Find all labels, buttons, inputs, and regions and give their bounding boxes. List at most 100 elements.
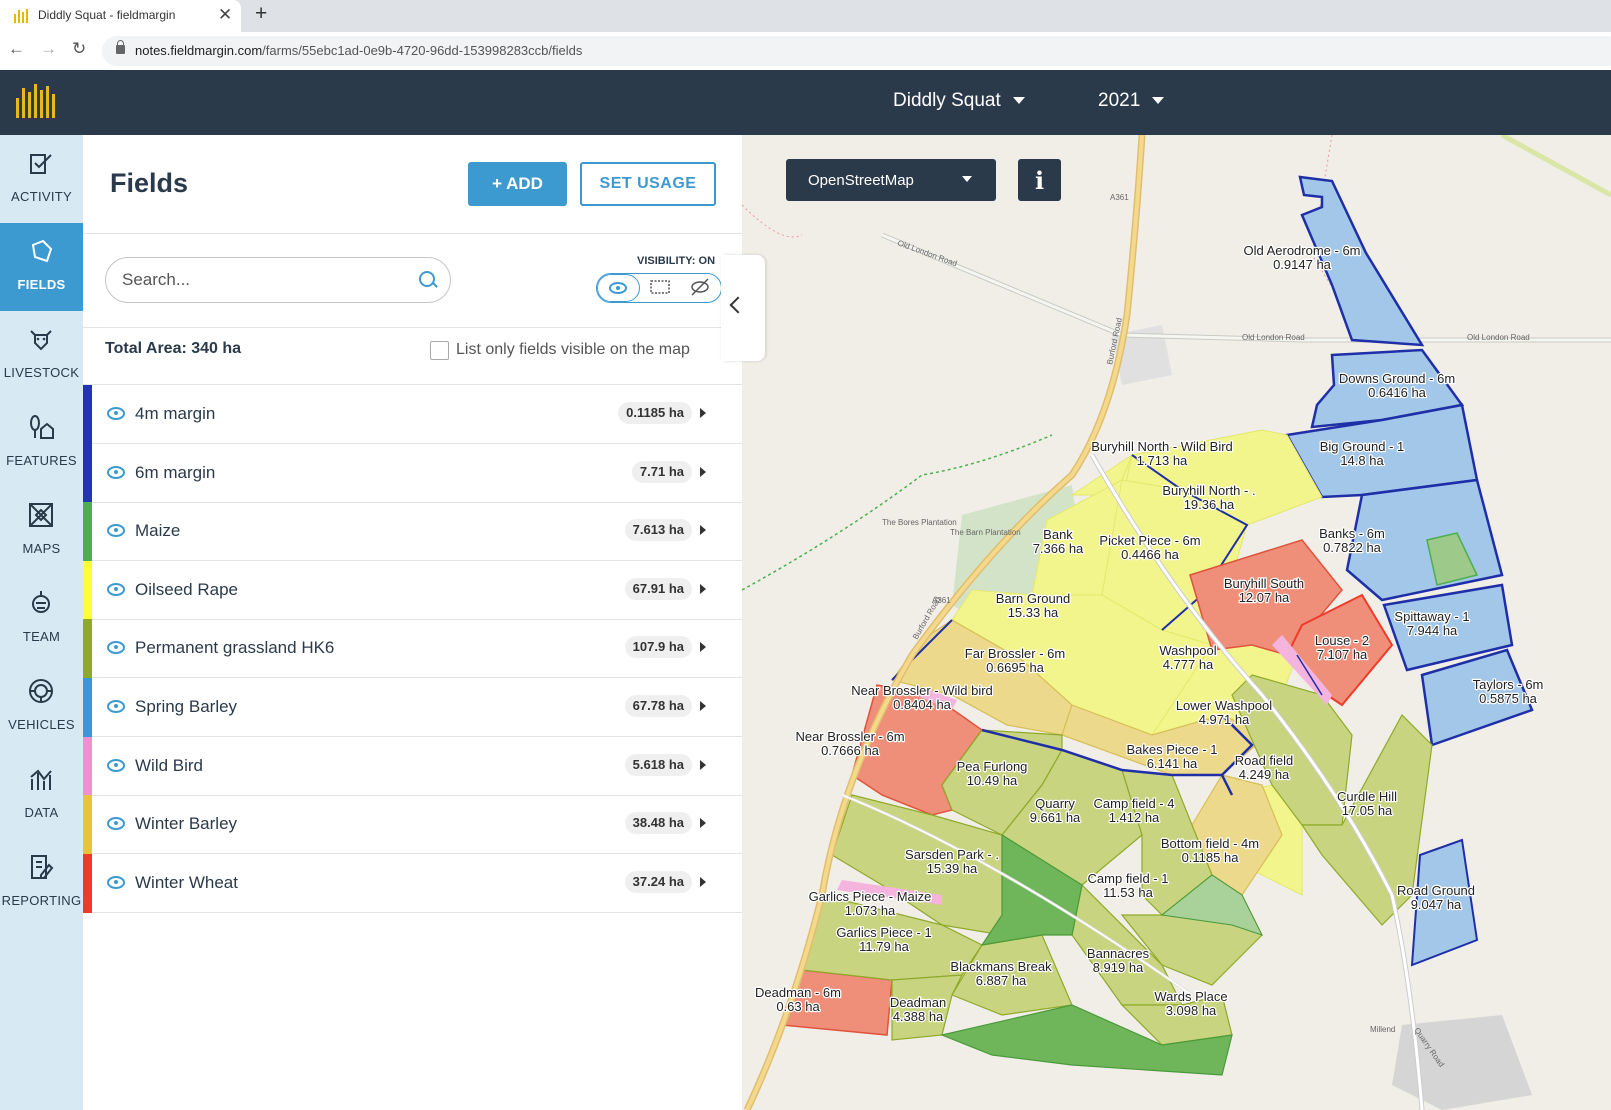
eye-icon[interactable] [107,582,125,596]
field-label-name: Bakes Piece - 1 [1126,742,1217,757]
close-tab-icon[interactable]: ✕ [218,5,232,25]
field-list-row[interactable]: Spring Barley 67.78 ha [83,678,742,737]
field-label-name: Curdle Hill [1337,789,1397,804]
search-input[interactable] [120,268,404,292]
eye-icon[interactable] [107,465,125,479]
sidebar-item-maps[interactable]: MAPS [0,487,83,575]
search-icon[interactable] [419,271,435,287]
field-label-area: 4.249 ha [1239,767,1290,782]
eye-icon[interactable] [107,817,125,831]
field-usage-name: 4m margin [135,404,216,423]
browser-tab-bar: Diddly Squat - fieldmargin ✕ + [0,0,1611,32]
eye-icon[interactable] [107,641,125,655]
browser-tab[interactable]: Diddly Squat - fieldmargin ✕ [0,0,241,32]
eye-icon[interactable] [107,875,125,889]
eye-icon[interactable] [107,758,125,772]
field-label-name: Wards Place [1154,989,1227,1004]
chevron-right-icon[interactable] [700,583,706,594]
road-label: Millend [1370,1025,1395,1034]
field-list-row[interactable]: Wild Bird 5.618 ha [83,736,742,796]
chevron-right-icon[interactable] [700,525,706,536]
visibility-outline-button[interactable] [640,274,681,302]
livestock-icon [30,330,52,351]
visibility-on-button[interactable] [597,274,640,302]
chevron-right-icon[interactable] [700,818,706,829]
map-view[interactable]: A361 Burford Road Old London Road Burford R… [742,135,1611,1110]
field-list-row[interactable]: Permanent grassland HK6 107.9 ha [83,619,742,679]
field-label-name: Washpool [1159,643,1216,658]
eye-icon[interactable] [107,700,125,713]
field-usage-area: 37.24 ha [624,870,692,893]
chevron-right-icon[interactable] [700,642,706,653]
field-label-name: Deadman - 6m [755,985,841,1000]
map-canvas[interactable]: A361Burford RoadOld London RoadBurford R… [742,135,1611,1110]
field-label-area: 0.7666 ha [821,743,880,758]
field-label-name: Taylors - 6m [1473,677,1544,692]
field-list-row[interactable]: Oilseed Rape 67.91 ha [83,560,742,620]
field-usage-area: 38.48 ha [624,812,692,835]
road-label: Old London Road [896,238,958,268]
field-label-area: 3.098 ha [1166,1003,1217,1018]
new-tab-icon[interactable]: + [255,2,267,26]
field-usage-name: Winter Barley [135,814,238,834]
field-label-area: 19.36 ha [1184,497,1235,512]
chevron-right-icon[interactable] [700,466,706,477]
year-value: 2021 [1098,90,1141,111]
sidebar-item-vehicles[interactable]: VEHICLES [0,663,83,751]
forward-icon[interactable]: → [40,39,57,59]
info-button[interactable]: i [1018,159,1061,201]
data-icon [30,769,52,790]
field-list-row[interactable]: 6m margin 7.71 ha [83,443,742,503]
set-usage-button[interactable]: SET USAGE [580,162,716,206]
sidebar-item-reporting[interactable]: REPORTING [0,839,83,927]
field-list-row[interactable]: Winter Wheat 37.24 ha [83,853,742,913]
sidebar-item-features[interactable]: FEATURES [0,399,83,487]
field-label-area: 15.33 ha [1008,605,1059,620]
sidebar-item-team[interactable]: TEAM [0,575,83,663]
year-selector[interactable]: 2021 [1098,90,1165,112]
url-field[interactable]: notes.fieldmargin.com/farms/55ebc1ad-0e9… [102,36,1611,66]
fieldmargin-logo-icon[interactable] [16,84,55,118]
field-usage-area: 67.78 ha [624,695,692,717]
address-bar: ← → ↻ notes.fieldmargin.com/farms/55ebc1… [0,32,1611,71]
road-label: The Bores Plantation [882,518,957,527]
usage-color-bar [83,736,92,796]
chevron-right-icon[interactable] [700,701,706,711]
field-label-name: Spittaway - 1 [1394,609,1469,624]
field-label-area: 0.7822 ha [1323,540,1382,555]
farm-selector[interactable]: Diddly Squat [893,90,1025,112]
field-label-name: Camp field - 1 [1088,871,1169,886]
reload-icon[interactable]: ↻ [72,39,86,59]
sidebar-item-fields[interactable]: FIELDS [0,223,83,311]
field-usage-area: 7.71 ha [631,460,692,483]
eye-icon[interactable] [107,524,125,538]
field-label-area: 0.63 ha [776,999,820,1014]
field-label-area: 4.971 ha [1199,712,1250,727]
chevron-right-icon[interactable] [700,759,706,770]
add-field-button[interactable]: + ADD [468,162,567,206]
collapse-panel-button[interactable] [721,255,765,361]
map-layer-select[interactable]: OpenStreetMap [786,159,996,201]
field-usage-name: Winter Wheat [135,872,238,892]
list-visible-checkbox[interactable] [430,341,449,360]
field-label-area: 0.1185 ha [1182,850,1240,865]
field-label-name: Buryhill North - . [1162,483,1255,498]
chevron-right-icon[interactable] [700,876,706,887]
field-label-area: 0.6416 ha [1368,385,1427,400]
eye-icon[interactable] [107,407,125,420]
field-list-row[interactable]: 4m margin 0.1185 ha [83,385,742,444]
field-usage-name: Maize [135,521,181,541]
sidebar-item-livestock[interactable]: LIVESTOCK [0,311,83,399]
field-list-row[interactable]: Winter Barley 38.48 ha [83,795,742,855]
field-list-row[interactable]: Maize 7.613 ha [83,502,742,562]
field-label-area: 11.53 ha [1103,885,1153,900]
field-label-name: Banks - 6m [1319,526,1385,541]
field-label-area: 0.5875 ha [1479,691,1538,706]
chevron-right-icon[interactable] [700,408,706,418]
divider [83,327,742,328]
sidebar-item-data[interactable]: DATA [0,751,83,839]
field-label-name: Far Brossler - 6m [965,646,1065,661]
visibility-off-button[interactable] [680,274,721,302]
back-icon[interactable]: ← [8,39,25,59]
sidebar-item-activity[interactable]: ACTIVITY [0,135,83,223]
